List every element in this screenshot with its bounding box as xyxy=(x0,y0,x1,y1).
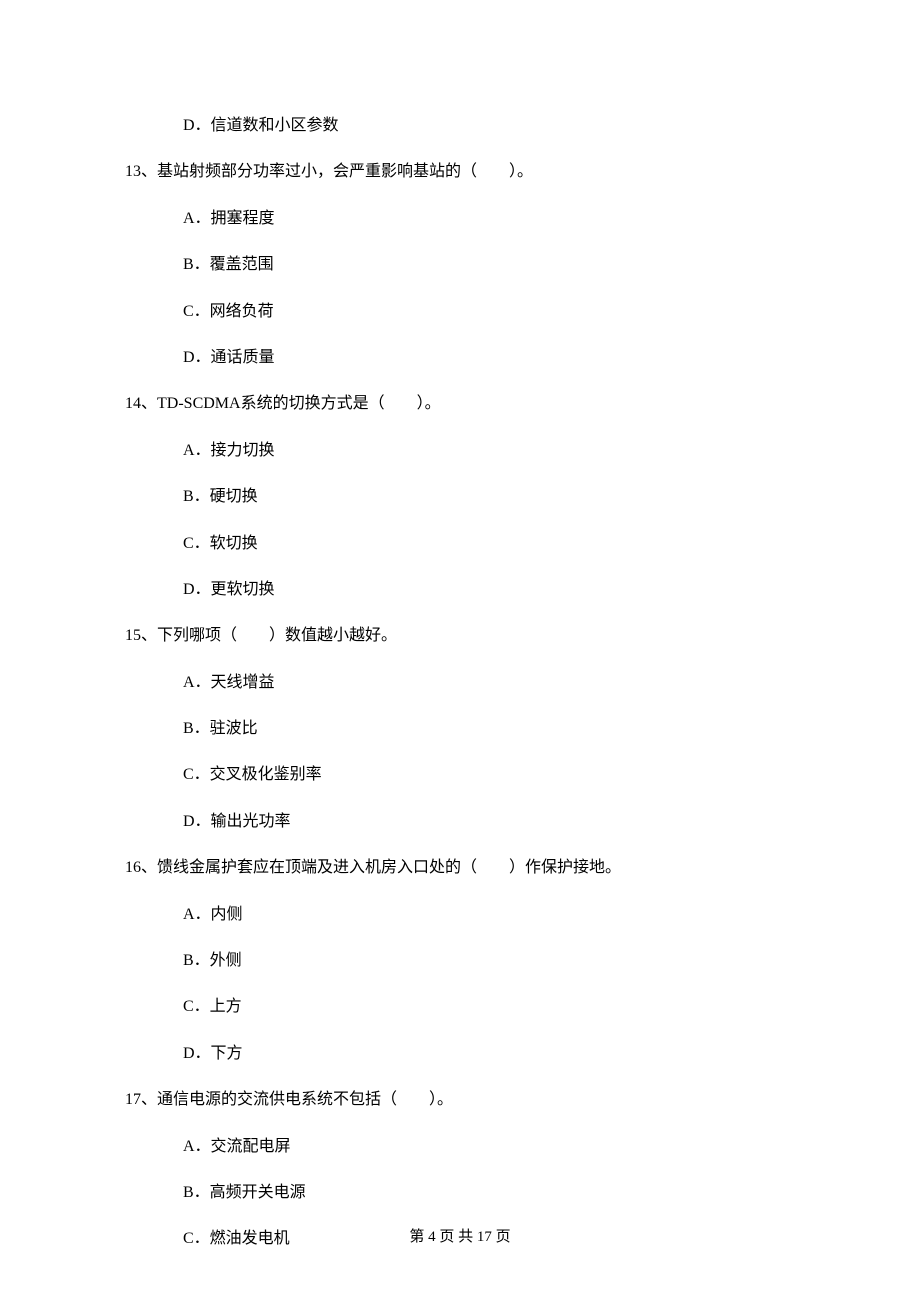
option-d: D．输出光功率 xyxy=(183,811,800,833)
option-b: B．硬切换 xyxy=(183,486,800,508)
question-16: 16、馈线金属护套应在顶端及进入机房入口处的（ ）作保护接地。 xyxy=(125,857,800,879)
option-c: C．交叉极化鉴别率 xyxy=(183,764,800,786)
page-footer: 第 4 页 共 17 页 xyxy=(0,1225,920,1246)
option-a: A．内侧 xyxy=(183,904,800,926)
option-d: D．更软切换 xyxy=(183,579,800,601)
question-number: 16 xyxy=(125,859,141,876)
question-17: 17、通信电源的交流供电系统不包括（ ）。 xyxy=(125,1089,800,1111)
question-15: 15、下列哪项（ ）数值越小越好。 xyxy=(125,625,800,647)
question-stem: 基站射频部分功率过小，会严重影响基站的（ ）。 xyxy=(157,163,533,180)
question-14: 14、TD-SCDMA系统的切换方式是（ ）。 xyxy=(125,393,800,415)
question-sep: 、 xyxy=(141,627,157,644)
option-b: B．覆盖范围 xyxy=(183,254,800,276)
option-b: B．高频开关电源 xyxy=(183,1182,800,1204)
question-number: 17 xyxy=(125,1091,141,1108)
question-sep: 、 xyxy=(141,163,157,180)
question-stem: 馈线金属护套应在顶端及进入机房入口处的（ ）作保护接地。 xyxy=(157,859,621,876)
option-a: A．拥塞程度 xyxy=(183,208,800,230)
option-d: D．通话质量 xyxy=(183,347,800,369)
option-d: D．下方 xyxy=(183,1043,800,1065)
question-number: 15 xyxy=(125,627,141,644)
option-a: A．接力切换 xyxy=(183,440,800,462)
question-sep: 、 xyxy=(141,859,157,876)
option-a: A．天线增益 xyxy=(183,672,800,694)
question-number: 13 xyxy=(125,163,141,180)
option-c: C．上方 xyxy=(183,996,800,1018)
question-sep: 、 xyxy=(141,395,157,412)
question-stem: TD-SCDMA系统的切换方式是（ ）。 xyxy=(157,395,441,412)
option-a: A．交流配电屏 xyxy=(183,1136,800,1158)
orphan-option-d: D．信道数和小区参数 xyxy=(183,115,800,137)
question-number: 14 xyxy=(125,395,141,412)
question-stem: 通信电源的交流供电系统不包括（ ）。 xyxy=(157,1091,453,1108)
question-13: 13、基站射频部分功率过小，会严重影响基站的（ ）。 xyxy=(125,161,800,183)
option-c: C．网络负荷 xyxy=(183,301,800,323)
page-content: D．信道数和小区参数 13、基站射频部分功率过小，会严重影响基站的（ ）。 A．… xyxy=(0,0,920,1251)
question-sep: 、 xyxy=(141,1091,157,1108)
option-c: C．软切换 xyxy=(183,533,800,555)
option-b: B．驻波比 xyxy=(183,718,800,740)
option-b: B．外侧 xyxy=(183,950,800,972)
question-stem: 下列哪项（ ）数值越小越好。 xyxy=(157,627,397,644)
